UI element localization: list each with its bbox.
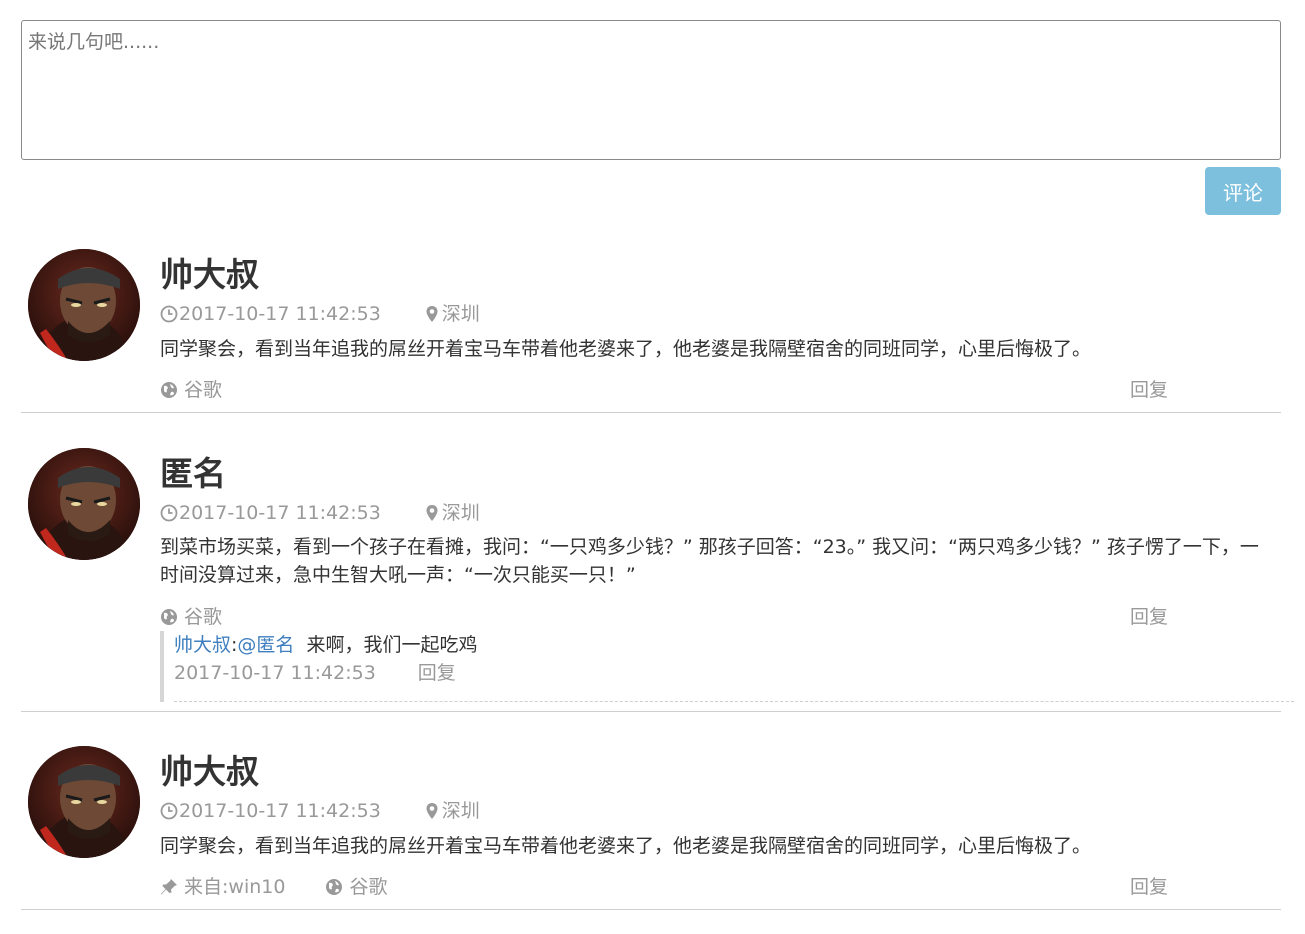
comment-meta: 2017-10-17 11:42:53 深圳 bbox=[160, 301, 480, 327]
sub-reply-content: 帅大叔:@匿名 来啊，我们一起吃鸡 bbox=[174, 631, 1294, 659]
divider bbox=[174, 701, 1294, 702]
globe-icon bbox=[326, 879, 343, 895]
browser-tag: 谷歌 bbox=[325, 874, 387, 900]
comment-location: 深圳 bbox=[423, 798, 480, 824]
comment-footer: 谷歌 bbox=[160, 604, 262, 630]
comment-time: 2017-10-17 11:42:53 bbox=[179, 303, 381, 325]
sub-reply-meta: 2017-10-17 11:42:53 回复 bbox=[174, 659, 1294, 687]
globe-icon bbox=[161, 382, 177, 398]
clock-icon bbox=[160, 802, 178, 820]
browser-tag: 谷歌 bbox=[160, 377, 222, 403]
location-label: 深圳 bbox=[441, 303, 480, 325]
sub-reply: 帅大叔:@匿名 来啊，我们一起吃鸡 2017-10-17 11:42:53 回复 bbox=[160, 631, 1294, 702]
comment-text: 同学聚会，看到当年追我的屌丝开着宝马车带着他老婆来了，他老婆是我隔壁宿舍的同班同… bbox=[160, 338, 1092, 360]
avatar bbox=[28, 448, 140, 560]
comment-time: 2017-10-17 11:42:53 bbox=[179, 800, 381, 822]
comment-footer: 谷歌 bbox=[160, 377, 262, 403]
comment-author: 帅大叔 bbox=[160, 752, 259, 791]
reply-button[interactable]: 回复 bbox=[1130, 377, 1168, 403]
browser-label: 谷歌 bbox=[184, 606, 223, 628]
comment-item: 匿名 2017-10-17 11:42:53 深圳 到菜市场买菜，看到一个孩子在… bbox=[21, 435, 1294, 712]
location-label: 深圳 bbox=[441, 502, 480, 524]
comment-item: 帅大叔 2017-10-17 11:42:53 深圳 同学聚会，看到当年追我的屌… bbox=[21, 733, 1281, 910]
map-marker-icon bbox=[426, 803, 438, 819]
avatar bbox=[28, 746, 140, 858]
source-tag: 来自:win10 bbox=[160, 874, 285, 900]
source-label: 来自:win10 bbox=[184, 876, 286, 898]
comment-footer: 来自:win10 谷歌 bbox=[160, 874, 427, 900]
comment-text: 到菜市场买菜，看到一个孩子在看摊，我问：“一只鸡多少钱？” 那孩子回答：“23。… bbox=[160, 536, 1259, 586]
comment-location: 深圳 bbox=[423, 301, 480, 327]
comment-time: 2017-10-17 11:42:53 bbox=[179, 502, 381, 524]
sub-reply-author[interactable]: 帅大叔 bbox=[174, 634, 231, 656]
comment-composer: 评论 bbox=[21, 20, 1281, 215]
comment-author: 匿名 bbox=[160, 454, 226, 493]
comment-author: 帅大叔 bbox=[160, 255, 259, 294]
comment-text: 同学聚会，看到当年追我的屌丝开着宝马车带着他老婆来了，他老婆是我隔壁宿舍的同班同… bbox=[160, 835, 1092, 857]
comment-item: 帅大叔 2017-10-17 11:42:53 深圳 同学聚会，看到当年追我的屌… bbox=[21, 236, 1281, 413]
comment-location: 深圳 bbox=[423, 500, 480, 526]
reply-button[interactable]: 回复 bbox=[1130, 604, 1168, 630]
clock-icon bbox=[160, 305, 178, 323]
sub-reply-text: 来啊，我们一起吃鸡 bbox=[306, 634, 478, 656]
sub-reply-mention[interactable]: @匿名 bbox=[237, 634, 294, 656]
browser-label: 谷歌 bbox=[349, 876, 388, 898]
map-marker-icon bbox=[426, 306, 438, 322]
pushpin-icon bbox=[161, 879, 177, 895]
map-marker-icon bbox=[426, 505, 438, 521]
comment-meta: 2017-10-17 11:42:53 深圳 bbox=[160, 798, 480, 824]
browser-label: 谷歌 bbox=[184, 379, 223, 401]
comment-input[interactable] bbox=[21, 20, 1281, 160]
sub-reply-time: 2017-10-17 11:42:53 bbox=[174, 662, 376, 684]
globe-icon bbox=[161, 609, 177, 625]
location-label: 深圳 bbox=[441, 800, 480, 822]
sub-reply-button[interactable]: 回复 bbox=[418, 662, 456, 684]
submit-comment-button[interactable]: 评论 bbox=[1205, 167, 1281, 215]
comment-meta: 2017-10-17 11:42:53 深圳 bbox=[160, 500, 480, 526]
reply-button[interactable]: 回复 bbox=[1130, 874, 1168, 900]
browser-tag: 谷歌 bbox=[160, 604, 222, 630]
clock-icon bbox=[160, 504, 178, 522]
avatar bbox=[28, 249, 140, 361]
